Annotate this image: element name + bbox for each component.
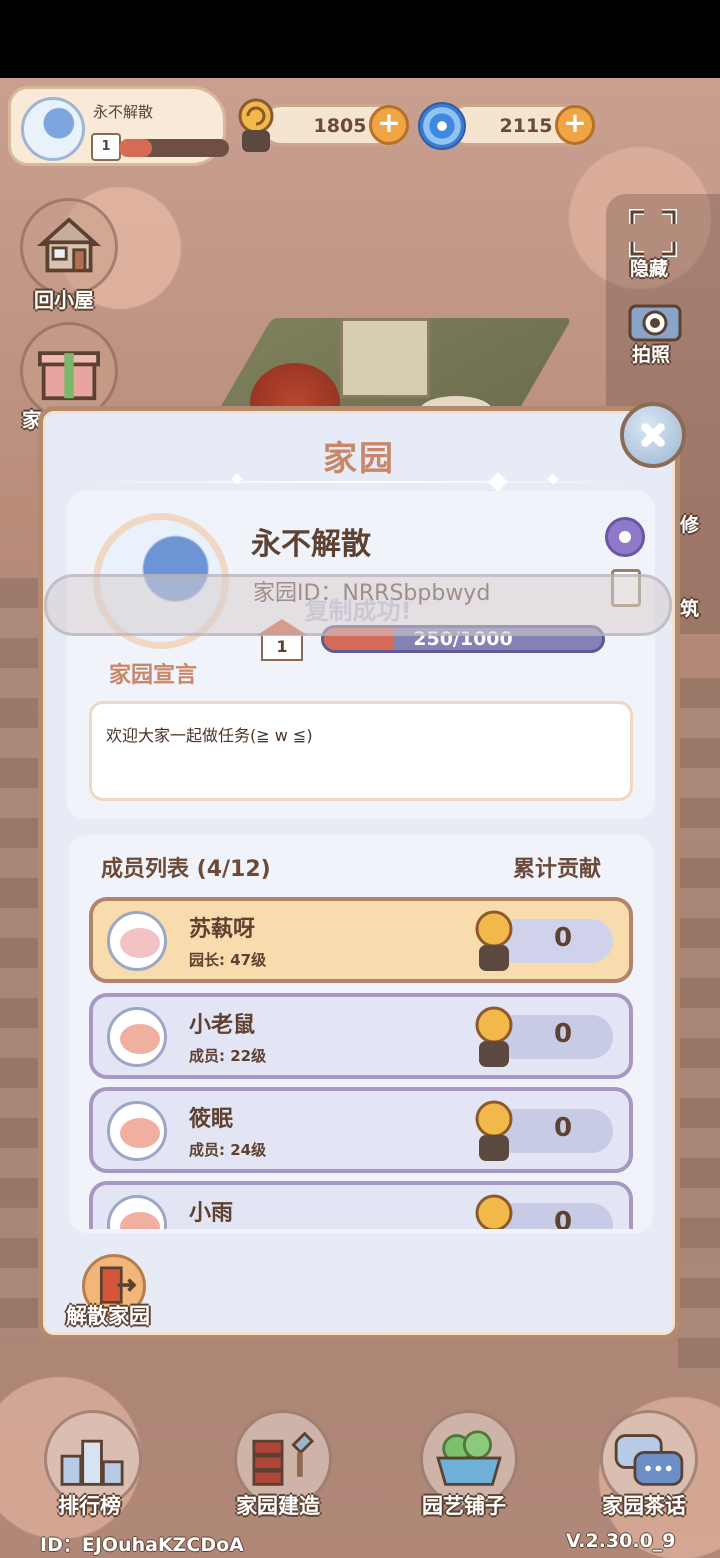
member-row[interactable]: 苏蓻呀 园长: 47级 0 <box>89 897 633 983</box>
bunny-avatar-icon <box>107 911 167 971</box>
member-score: 0 <box>553 923 573 953</box>
snail-coin-icon <box>475 910 513 971</box>
rank-label: 排行榜 <box>58 1494 121 1518</box>
home-chat-label: 家园茶话 <box>602 1494 686 1518</box>
toast-text: 复制成功! <box>304 597 412 625</box>
member-role: 成员: 22级 <box>189 1047 267 1065</box>
back-home-button[interactable] <box>20 198 118 296</box>
modal-title: 家园 <box>323 439 395 479</box>
home-profile-card[interactable]: 永不解散 1 <box>8 86 229 166</box>
member-name: 小老鼠 <box>189 1013 256 1038</box>
build-label-partial: 筑 <box>680 598 700 620</box>
snail-shell <box>120 1212 160 1229</box>
add-swirl-currency-button[interactable]: + <box>555 105 595 145</box>
member-name: 筱眠 <box>189 1107 234 1132</box>
contribution-title: 累计贡献 <box>512 857 601 882</box>
snail-avatar-icon <box>107 1195 167 1229</box>
snail-coin-icon <box>475 1194 513 1229</box>
home-build-label: 家园建造 <box>236 1494 320 1518</box>
snail-shell <box>120 1024 160 1054</box>
snail-shell <box>120 1118 160 1148</box>
profile-level-bar <box>119 139 229 157</box>
snail-currency: 1805 + <box>260 104 409 146</box>
swirl-gem-icon <box>418 102 466 150</box>
member-list-title: 成员列表 (4/12) <box>101 857 271 882</box>
hide-label: 隐藏 <box>630 258 669 280</box>
left-fence <box>0 578 40 1338</box>
snail-currency-amount: 1805 <box>313 115 367 137</box>
home-modal: 家园 永不解散 家园ID：NRRSbpbwyd 1 250/1000 家园宣言 … <box>38 406 680 1340</box>
profile-home-name: 永不解散 <box>93 103 154 121</box>
declaration-label: 家园宣言 <box>109 663 198 688</box>
home-level-number: 1 <box>261 633 303 661</box>
member-name: 苏蓻呀 <box>189 917 256 942</box>
snail-coin-icon <box>475 1100 513 1161</box>
member-score: 0 <box>553 1019 573 1049</box>
member-row[interactable]: 小老鼠 成员: 22级 0 <box>89 993 633 1079</box>
cloud-avatar-icon <box>21 97 85 161</box>
swirl-currency: 2115 + <box>446 104 595 146</box>
snail-coin-icon <box>475 1006 513 1067</box>
snail-avatar-icon <box>107 1101 167 1161</box>
close-button[interactable] <box>620 402 686 468</box>
snail-avatar-icon <box>107 1007 167 1067</box>
declaration-box[interactable]: 欢迎大家一起做任务(≧ w ≦) <box>89 701 633 801</box>
bunny-face <box>120 928 160 958</box>
repair-label: 修 <box>680 514 700 536</box>
right-fence <box>678 678 720 1378</box>
dissolve-home-label: 解散家园 <box>66 1304 150 1328</box>
photo-label: 拍照 <box>632 344 671 366</box>
snail-coin-icon <box>238 98 274 152</box>
member-role: 成员: 24级 <box>189 1141 267 1159</box>
member-list-card: 成员列表 (4/12) 累计贡献 苏蓻呀 园长: 47级 0 小老鼠 成员: 2… <box>69 835 653 1233</box>
settings-gear-icon[interactable] <box>605 517 645 557</box>
home-info-card: 永不解散 家园ID：NRRSbpbwyd 1 250/1000 家园宣言 欢迎大… <box>67 491 655 819</box>
member-name: 小雨 <box>189 1201 234 1226</box>
member-score: 0 <box>553 1113 573 1143</box>
status-bar <box>0 0 720 78</box>
swirl-currency-amount: 2115 <box>499 115 553 137</box>
member-score: 0 <box>553 1207 573 1229</box>
home-name: 永不解散 <box>251 527 371 562</box>
garden-house <box>340 318 430 398</box>
profile-level-badge: 1 <box>91 133 121 161</box>
garden-shop-label: 园艺铺子 <box>422 1494 506 1518</box>
hide-frame-icon[interactable] <box>628 208 678 258</box>
user-id: ID：EJOuhaKZCDoA <box>40 1534 244 1556</box>
profile-level-bar-fill <box>119 139 152 157</box>
app-version: V.2.30.0_9 <box>566 1530 676 1552</box>
member-role: 园长: 47级 <box>189 951 267 969</box>
add-snail-currency-button[interactable]: + <box>369 105 409 145</box>
copy-success-toast: 复制成功! <box>44 574 672 636</box>
title-divider <box>73 481 645 483</box>
member-row[interactable]: 筱眠 成员: 24级 0 <box>89 1087 633 1173</box>
member-list[interactable]: 苏蓻呀 园长: 47级 0 小老鼠 成员: 22级 0 筱眠 成员: 24级 0… <box>89 897 633 1229</box>
member-row[interactable]: 小雨 0 <box>89 1181 633 1229</box>
camera-icon[interactable] <box>626 296 684 346</box>
back-home-label: 回小屋 <box>34 288 94 312</box>
house-icon <box>36 217 102 273</box>
